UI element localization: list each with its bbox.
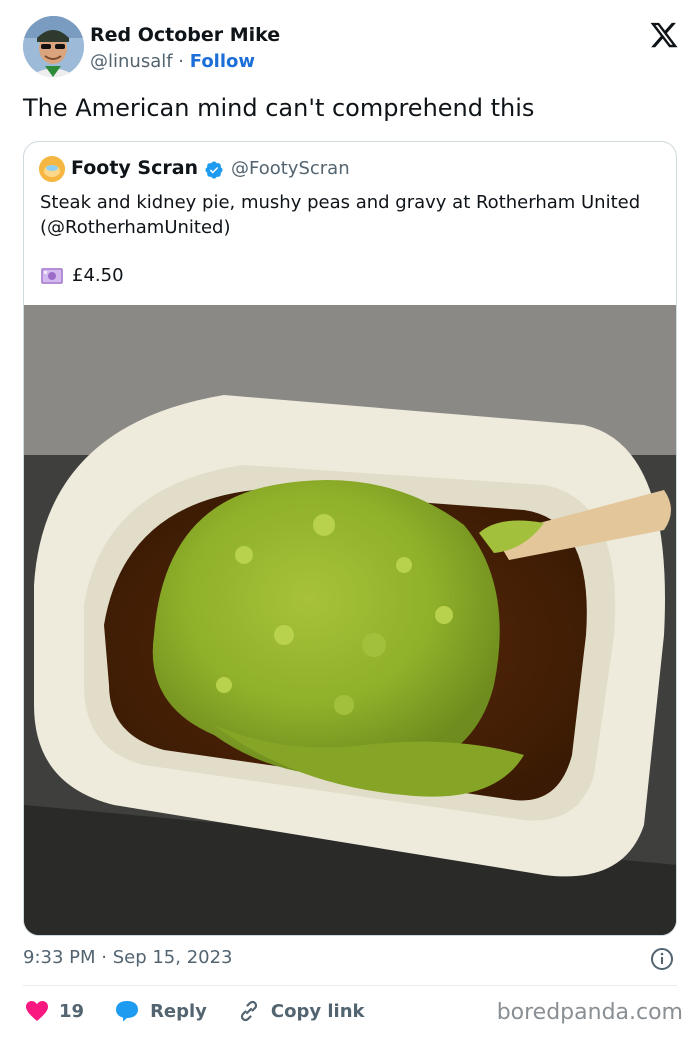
watermark: boredpanda.com bbox=[496, 1000, 683, 1025]
money-banknote-icon bbox=[41, 267, 63, 284]
tweet-time: 9:33 PM bbox=[23, 947, 96, 968]
quoted-price-line: £4.50 bbox=[40, 265, 124, 286]
follow-button[interactable]: Follow bbox=[190, 51, 255, 72]
quoted-author-handle[interactable]: @FootyScran bbox=[231, 158, 350, 179]
heart-icon bbox=[26, 1001, 48, 1021]
tweet-header: Red October Mike @linusalf · Follow bbox=[23, 16, 683, 80]
copy-link-label: Copy link bbox=[270, 1000, 365, 1022]
tweet-date: Sep 15, 2023 bbox=[112, 947, 233, 968]
meta-separator: · bbox=[95, 947, 113, 968]
link-icon bbox=[240, 1000, 258, 1022]
tweet-text: The American mind can't comprehend this bbox=[23, 94, 535, 122]
quoted-tweet-card[interactable]: Footy Scran @FootyScran Steak and kidney… bbox=[23, 141, 677, 936]
like-count: 19 bbox=[59, 1000, 85, 1022]
reply-label: Reply bbox=[150, 1000, 207, 1022]
author-handle-line: @linusalf · Follow bbox=[90, 51, 255, 72]
like-button[interactable]: 19 bbox=[25, 1000, 84, 1022]
x-logo-icon[interactable] bbox=[649, 20, 679, 50]
food-photo[interactable] bbox=[24, 305, 677, 936]
reply-button[interactable]: Reply bbox=[114, 999, 207, 1023]
divider bbox=[23, 985, 677, 986]
quoted-tweet-text: Steak and kidney pie, mushy peas and gra… bbox=[40, 192, 641, 238]
quoted-price: £4.50 bbox=[72, 265, 124, 286]
copy-link-button[interactable]: Copy link bbox=[237, 999, 365, 1023]
reply-bubble-icon bbox=[116, 1001, 139, 1022]
author-name[interactable]: Red October Mike bbox=[90, 24, 280, 46]
tweet-actions: 19 Reply Copy link bbox=[25, 997, 395, 1025]
quoted-author-avatar[interactable] bbox=[39, 156, 65, 182]
info-icon[interactable] bbox=[650, 947, 674, 971]
verified-badge-icon bbox=[205, 161, 223, 179]
tweet-timestamp[interactable]: 9:33 PM · Sep 15, 2023 bbox=[23, 947, 233, 968]
quoted-author-name[interactable]: Footy Scran bbox=[71, 157, 198, 179]
author-avatar[interactable] bbox=[23, 16, 84, 77]
author-handle[interactable]: @linusalf bbox=[90, 51, 173, 72]
handle-separator: · bbox=[172, 51, 190, 72]
